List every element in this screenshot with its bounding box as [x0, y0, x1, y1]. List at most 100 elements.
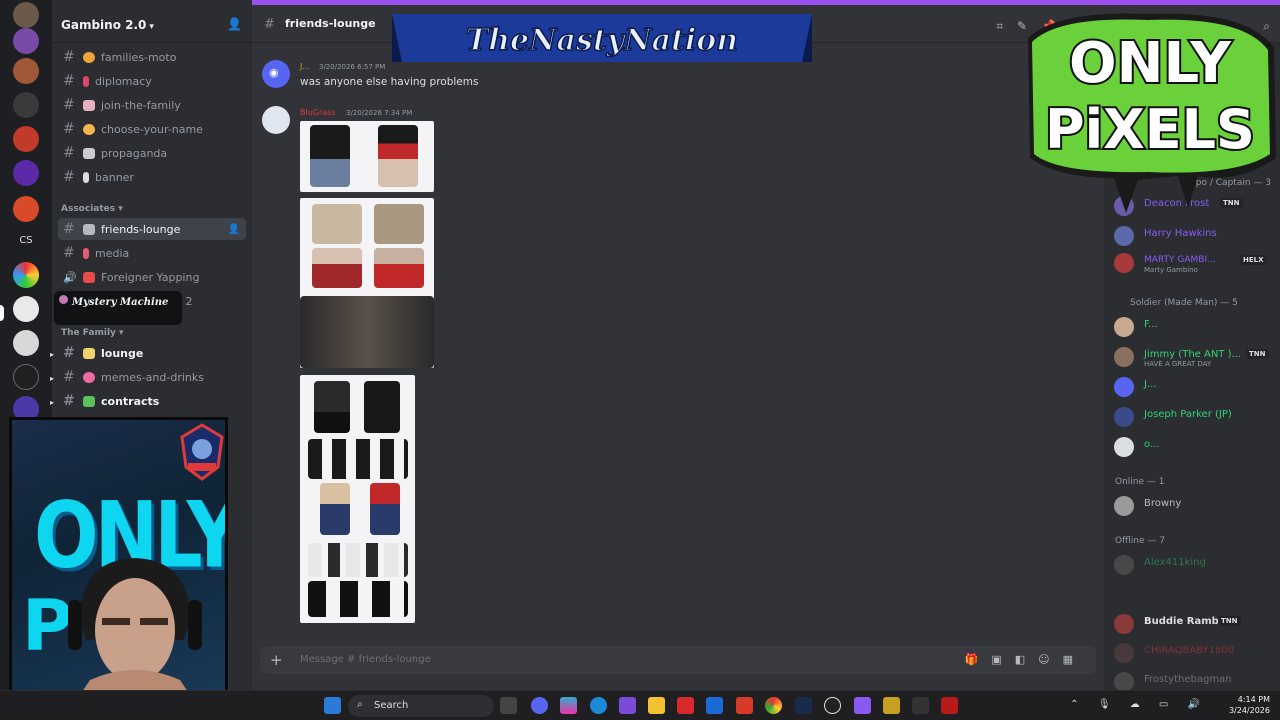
server-icon-four-twenty[interactable]	[13, 296, 39, 322]
server-icon[interactable]	[13, 364, 39, 390]
server-icon[interactable]	[13, 126, 39, 152]
avatar[interactable]	[262, 106, 290, 134]
member-item[interactable]: Alex411king	[1114, 553, 1278, 577]
channel-title: friends-lounge	[285, 17, 376, 30]
add-member-icon[interactable]: 👤	[227, 17, 242, 31]
channel-label: banner	[95, 170, 134, 184]
member-item[interactable]: o...	[1114, 435, 1278, 459]
member-item[interactable]: MARTY GAMBI... HELX Marty Gambino	[1114, 251, 1278, 275]
image-attachment[interactable]	[300, 375, 415, 623]
app-icon[interactable]	[677, 697, 694, 714]
obs-icon[interactable]	[824, 697, 841, 714]
edge-icon[interactable]	[590, 697, 607, 714]
server-tag-badge: HELX	[1240, 255, 1267, 265]
apps-icon[interactable]: ▦	[1063, 653, 1086, 666]
outfit-figure	[312, 204, 362, 244]
app-icon[interactable]	[912, 697, 929, 714]
member-item[interactable]: Harry Hawkins	[1114, 224, 1278, 248]
server-tooltip: Mystery Machine	[54, 291, 182, 325]
channel-contracts[interactable]: # contracts	[58, 390, 246, 412]
member-item[interactable]: Frostythebagman	[1114, 670, 1278, 690]
steam-icon[interactable]	[795, 697, 812, 714]
overlay-logo-line2: PiXELS	[1045, 98, 1255, 161]
server-icon[interactable]	[13, 2, 39, 28]
member-item[interactable]: J...	[1114, 375, 1278, 399]
teams-icon[interactable]	[619, 697, 636, 714]
message-author[interactable]: BluGrass	[300, 108, 336, 117]
add-attachment-icon[interactable]: +	[270, 651, 283, 669]
channel-families-moto[interactable]: # families-moto	[58, 46, 246, 68]
avatar	[1114, 317, 1134, 337]
copilot-icon[interactable]	[560, 697, 577, 714]
taskbar-clock[interactable]: 4:14 PM 3/24/2026	[1229, 694, 1270, 716]
channel-memes-and-drinks[interactable]: # memes-and-drinks	[58, 366, 246, 388]
placeholder-prefix: Message #	[300, 654, 356, 665]
category-associates[interactable]: Associates ▾	[61, 204, 123, 214]
server-icon[interactable]	[13, 92, 39, 118]
category-label: Associates	[61, 204, 116, 214]
system-tray[interactable]: ⌃ 🎙 ☁ ▭ 🔊	[1070, 699, 1208, 710]
hash-icon: #	[63, 245, 75, 261]
image-attachment[interactable]	[300, 198, 434, 368]
streamer-logo-icon	[180, 423, 224, 481]
channel-banner[interactable]: # banner	[58, 166, 246, 188]
discord-app-icon[interactable]	[531, 697, 548, 714]
avatar[interactable]: ◉	[262, 60, 290, 88]
hash-icon: #	[63, 145, 75, 161]
outfit-figure	[374, 248, 424, 288]
streamer-person-icon	[68, 558, 202, 708]
twitch-icon[interactable]	[854, 697, 871, 714]
server-icon[interactable]	[13, 262, 39, 288]
member-item[interactable]: F...	[1114, 315, 1278, 339]
app-icon[interactable]	[941, 697, 958, 714]
app-icon[interactable]	[883, 697, 900, 714]
outfit-figure	[314, 381, 350, 433]
message-composer[interactable]: + Message # friends-lounge 🎁▣◧☺▦	[260, 646, 1096, 674]
member-item[interactable]: CHIRAQBABY1800	[1114, 641, 1278, 665]
threads-icon[interactable]: ⌗	[996, 19, 1017, 33]
channel-foreigner-yapping[interactable]: 🔊 Foreigner Yapping	[58, 266, 246, 288]
task-view-icon[interactable]	[500, 697, 517, 714]
image-attachment[interactable]	[300, 121, 434, 192]
channel-join-the-family[interactable]: # join-the-family	[58, 94, 246, 116]
channel-lounge[interactable]: # lounge	[58, 342, 246, 364]
member-item[interactable]: Jimmy (The ANT )... TNN HAVE A GREAT DAY	[1114, 345, 1278, 369]
avatar	[1114, 672, 1134, 690]
gif-icon[interactable]: ▣	[991, 653, 1014, 666]
server-icon[interactable]	[13, 58, 39, 84]
member-item[interactable]: Joseph Parker (JP)	[1114, 405, 1278, 429]
channel-emoji-icon	[83, 75, 89, 87]
channel-media[interactable]: # media	[58, 242, 246, 264]
category-the-family[interactable]: The Family ▾	[61, 328, 124, 338]
file-explorer-icon[interactable]	[648, 697, 665, 714]
emoji-icon[interactable]: ☺	[1038, 653, 1062, 666]
server-icon[interactable]	[13, 196, 39, 222]
invite-icon[interactable]: 👤	[228, 224, 240, 235]
unread-arrow-icon: ▸	[50, 350, 55, 359]
channel-friends-lounge[interactable]: # friends-lounge 👤	[58, 218, 246, 240]
outfit-figure	[378, 125, 418, 187]
server-icon[interactable]	[13, 330, 39, 356]
member-item[interactable]: Buddie Rambo TNN	[1114, 612, 1278, 636]
outfit-figure-row	[308, 439, 408, 479]
message-timestamp: 3/20/2026 6:57 PM	[319, 63, 386, 71]
server-icon[interactable]	[13, 28, 39, 54]
message-author[interactable]: J...	[300, 62, 310, 71]
server-icon-cs[interactable]: CS	[13, 228, 39, 254]
sticker-icon[interactable]: ◧	[1015, 653, 1038, 666]
avatar	[1114, 253, 1134, 273]
app-icon[interactable]	[736, 697, 753, 714]
server-icon[interactable]	[13, 160, 39, 186]
start-icon[interactable]	[324, 697, 341, 714]
store-icon[interactable]	[706, 697, 723, 714]
channel-propaganda[interactable]: # propaganda	[58, 142, 246, 164]
server-name: Gambino 2.0	[61, 18, 147, 32]
channel-choose-your-name[interactable]: # choose-your-name	[58, 118, 246, 140]
chrome-icon[interactable]	[765, 697, 782, 714]
gift-icon[interactable]: 🎁	[965, 653, 992, 666]
server-name-header[interactable]: Gambino 2.0 ▾ 👤	[52, 5, 252, 43]
member-item[interactable]: Browny	[1114, 494, 1278, 518]
channel-diplomacy[interactable]: # diplomacy	[58, 70, 246, 92]
taskbar-search[interactable]: ⌕ Search	[348, 695, 494, 717]
outfit-figure	[320, 483, 350, 535]
